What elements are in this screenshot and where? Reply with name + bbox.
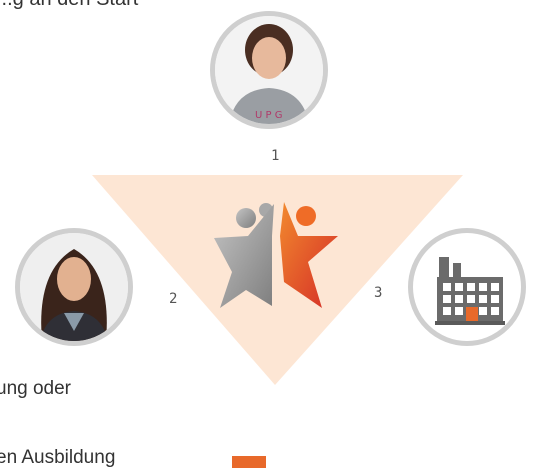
svg-text:U P G: U P G	[255, 110, 282, 121]
avatar-company	[408, 228, 526, 346]
node-number-3: 3	[374, 285, 383, 301]
node-number-2: 2	[169, 291, 178, 307]
orange-legend-swatch	[232, 456, 266, 468]
caption-line-2: en Ausbildung	[0, 447, 116, 468]
young-woman-portrait-icon	[20, 233, 128, 341]
caption-line-1: ung oder	[0, 378, 72, 399]
node-number-1: 1	[271, 148, 280, 164]
avatar-student: U P G	[210, 11, 328, 129]
factory-building-icon	[435, 257, 505, 325]
avatar-young-woman	[15, 228, 133, 346]
star-logo-icon	[214, 202, 338, 308]
student-portrait-icon: U P G	[215, 16, 323, 124]
